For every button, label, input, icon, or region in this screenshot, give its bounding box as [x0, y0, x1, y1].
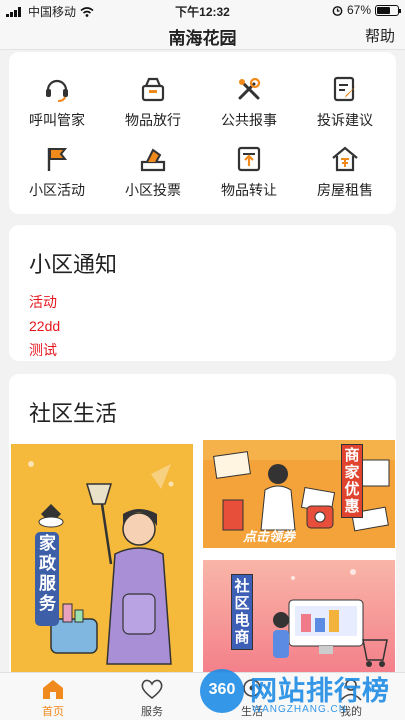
- transfer-icon: [237, 146, 261, 172]
- banner-community-ecommerce[interactable]: 社区电商: [203, 560, 395, 674]
- service-item-release[interactable]: 物品放行: [105, 74, 201, 130]
- box-release-icon: [141, 77, 165, 102]
- house-icon: [332, 146, 358, 172]
- help-button[interactable]: 帮助: [365, 25, 395, 46]
- banner-label: 商家优惠: [341, 444, 363, 518]
- service-label: 小区活动: [29, 182, 85, 198]
- service-item-transfer[interactable]: 物品转让: [201, 144, 297, 200]
- service-house-rent-sale[interactable]: 房屋租售: [297, 144, 393, 200]
- watermark-brand: 360: [208, 681, 236, 698]
- flag-icon: [47, 148, 68, 171]
- banner-merchant-deals[interactable]: 商家优惠 点击领券: [203, 440, 395, 548]
- life-title: 社区生活: [29, 401, 118, 426]
- status-bar: 中国移动 下午12:32 67%: [0, 0, 405, 20]
- service-label: 呼叫管家: [29, 112, 85, 128]
- banner-label: 家政服务: [39, 534, 56, 613]
- notice-item[interactable]: 活动: [29, 290, 369, 314]
- banner-subtitle: 点击领券: [243, 529, 296, 544]
- life-card: 社区生活 家政服务 商家优惠 点击领券 社区电商: [9, 374, 396, 674]
- watermark-url: WANGZHANG.CN: [252, 704, 347, 715]
- service-public-report[interactable]: 公共报事: [201, 74, 297, 130]
- battery-percent: 67%: [346, 3, 371, 17]
- headset-icon: [46, 79, 68, 102]
- watermark-text: 网站排行榜: [250, 676, 390, 706]
- heart-icon: [141, 679, 163, 700]
- tab-label: 服务: [141, 706, 163, 718]
- page-title: 南海花园: [168, 29, 237, 48]
- notice-list: 活动 22dd 测试: [29, 290, 369, 361]
- notice-title: 小区通知: [29, 252, 118, 277]
- banner-housekeeping[interactable]: 家政服务: [11, 444, 193, 674]
- nav-bar: 南海花园 帮助: [0, 20, 405, 50]
- service-label: 物品转让: [221, 182, 277, 198]
- alarm-icon: [332, 5, 343, 16]
- service-complaint[interactable]: 投诉建议: [297, 74, 393, 130]
- battery-icon: [375, 4, 401, 16]
- edit-note-icon: [333, 76, 356, 102]
- services-card: 呼叫管家 物品放行 公共报事 投诉建议 小区活动 小区投票 物品转让 房屋租售: [9, 52, 396, 214]
- banner-label: 社区电商: [231, 574, 253, 650]
- battery-level: [377, 6, 390, 14]
- home-icon: [43, 680, 63, 699]
- tab-service[interactable]: 服务: [112, 677, 192, 719]
- tools-icon: [238, 77, 261, 100]
- notice-item[interactable]: 测试: [29, 338, 369, 361]
- service-community-activity[interactable]: 小区活动: [9, 144, 105, 200]
- tab-home[interactable]: 首页: [13, 677, 93, 719]
- service-label: 房屋租售: [317, 182, 373, 198]
- watermark: 360 网站排行榜 WANGZHANG.CN: [198, 663, 405, 720]
- vote-box-icon: [140, 148, 166, 172]
- service-label: 小区投票: [125, 182, 181, 198]
- tab-label: 首页: [42, 706, 64, 718]
- service-call-butler[interactable]: 呼叫管家: [9, 74, 105, 130]
- notice-item[interactable]: 22dd: [29, 314, 369, 338]
- service-label: 公共报事: [221, 112, 277, 128]
- notice-card: 小区通知 活动 22dd 测试: [9, 225, 396, 361]
- service-label: 物品放行: [125, 112, 181, 128]
- service-community-vote[interactable]: 小区投票: [105, 144, 201, 200]
- merchant-deals-illustration: [203, 440, 395, 532]
- service-label: 投诉建议: [317, 112, 373, 128]
